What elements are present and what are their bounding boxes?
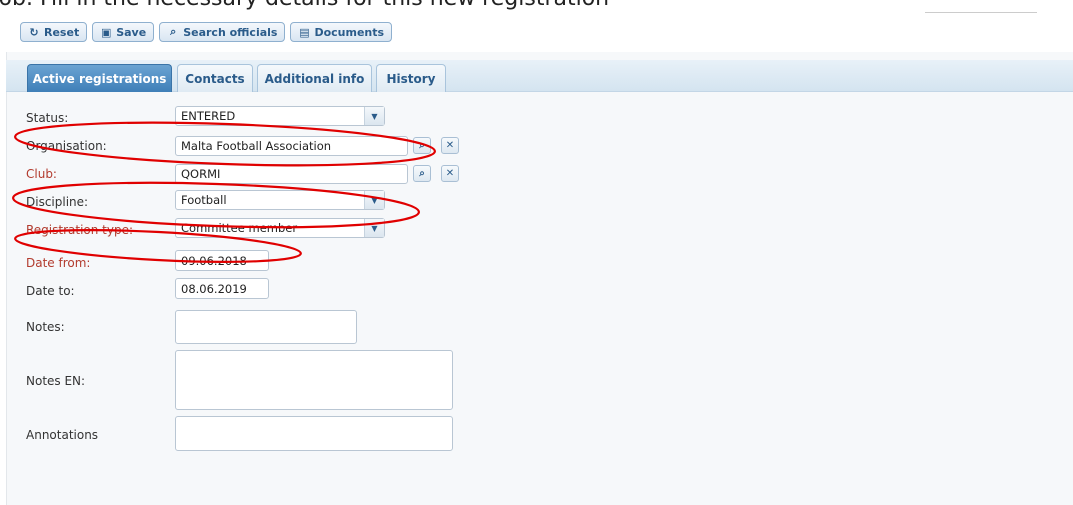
reset-icon: ↻ xyxy=(29,25,39,39)
registration-type-select[interactable]: Committee member ▼ xyxy=(175,218,385,238)
registration-type-value: Committee member xyxy=(181,221,298,235)
chevron-down-icon: ▼ xyxy=(364,219,384,237)
document-icon: ▤ xyxy=(299,25,310,39)
save-label: Save xyxy=(116,25,147,39)
organisation-field[interactable]: Malta Football Association xyxy=(175,136,408,156)
organisation-search-icon[interactable]: ⌕ xyxy=(413,137,431,154)
divider xyxy=(925,12,1037,13)
status-select[interactable]: ENTERED ▼ xyxy=(175,106,385,126)
organisation-label: Organisation: xyxy=(26,139,107,153)
chevron-down-icon: ▼ xyxy=(364,191,384,209)
reset-label: Reset xyxy=(44,25,80,39)
tab-history[interactable]: History xyxy=(376,64,446,92)
club-search-icon[interactable]: ⌕ xyxy=(413,165,431,182)
save-icon: ▣ xyxy=(101,25,112,39)
notes-en-input[interactable] xyxy=(175,350,453,410)
club-field[interactable]: QORMI xyxy=(175,164,408,184)
documents-label: Documents xyxy=(314,25,385,39)
chevron-down-icon: ▼ xyxy=(364,107,384,125)
organisation-clear-icon[interactable]: ✕ xyxy=(441,137,459,154)
discipline-label: Discipline: xyxy=(26,195,89,209)
instruction-text: 6b. Fill in the necessary details for th… xyxy=(0,0,609,11)
notes-label: Notes: xyxy=(26,320,65,334)
notes-en-label: Notes EN: xyxy=(26,374,86,388)
date-to-label: Date to: xyxy=(26,284,75,298)
annotations-label: Annotations xyxy=(26,428,99,442)
date-from-field[interactable]: 09.06.2018 xyxy=(175,250,269,271)
registration-type-label: Registration type: xyxy=(26,223,134,237)
club-clear-icon[interactable]: ✕ xyxy=(441,165,459,182)
tab-contacts[interactable]: Contacts xyxy=(177,64,253,92)
search-officials-button[interactable]: ⌕ Search officials xyxy=(159,22,286,42)
date-to-field[interactable]: 08.06.2019 xyxy=(175,278,269,299)
tab-active-registrations[interactable]: Active registrations xyxy=(27,64,172,92)
reset-button[interactable]: ↻ Reset xyxy=(20,22,88,42)
form-panel xyxy=(6,52,1073,505)
search-officials-label: Search officials xyxy=(183,25,278,39)
status-value: ENTERED xyxy=(181,109,236,123)
toolbar: ↻ Reset ▣ Save ⌕ Search officials ▤ Docu… xyxy=(20,22,393,44)
save-button[interactable]: ▣ Save xyxy=(92,22,155,42)
discipline-select[interactable]: Football ▼ xyxy=(175,190,385,210)
search-icon: ⌕ xyxy=(170,25,177,38)
notes-input[interactable] xyxy=(175,310,357,344)
annotations-input[interactable] xyxy=(175,416,453,451)
documents-button[interactable]: ▤ Documents xyxy=(290,22,393,42)
club-label: Club: xyxy=(26,167,57,181)
tab-additional-info[interactable]: Additional info xyxy=(257,64,372,92)
status-label: Status: xyxy=(26,111,69,125)
date-from-label: Date from: xyxy=(26,256,91,270)
discipline-value: Football xyxy=(181,193,227,207)
